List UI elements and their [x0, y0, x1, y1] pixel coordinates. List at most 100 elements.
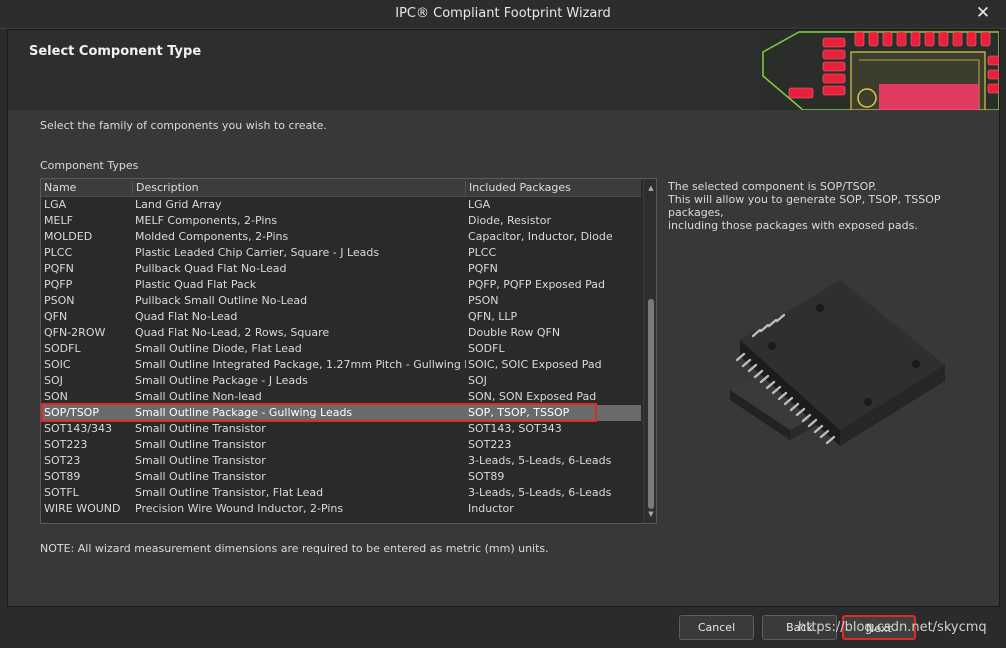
metric-units-note: NOTE: All wizard measurement dimensions … [40, 542, 549, 555]
cell-name: SOP/TSOP [44, 406, 99, 419]
cell-name: WIRE WOUND [44, 502, 121, 515]
cell-name: LGA [44, 198, 67, 211]
table-row[interactable]: QFN-2ROW Quad Flat No-Lead, 2 Rows, Squar… [41, 325, 641, 341]
cell-packages: QFN, LLP [468, 310, 518, 323]
cell-description: Small Outline Package - J Leads [135, 374, 308, 387]
table-row[interactable]: MOLDED Molded Components, 2-Pins Capacitor… [41, 229, 641, 245]
table-row[interactable]: PQFN Pullback Quad Flat No-Lead PQFN [41, 261, 641, 277]
table-row[interactable]: WIRE WOUND Precision Wire Wound Inductor,… [41, 501, 641, 517]
cell-description: Quad Flat No-Lead, 2 Rows, Square [135, 326, 330, 339]
table-row[interactable]: LGA Land Grid Array LGA [41, 197, 641, 213]
table-row[interactable]: PQFP Plastic Quad Flat Pack PQFP, PQFP Exp… [41, 277, 641, 293]
cell-description: Small Outline Package - Gullwing Leads [135, 406, 353, 419]
table-row[interactable]: SOJ Small Outline Package - J Leads SOJ [41, 373, 641, 389]
cell-packages: LGA [468, 198, 491, 211]
cell-description: Small Outline Transistor [135, 470, 266, 483]
cell-packages: SOJ [468, 374, 487, 387]
table-row[interactable]: SOTFL Small Outline Transistor, Flat Lead… [41, 485, 641, 501]
table-body: LGA Land Grid Array LGA MELF MELF Component… [41, 197, 641, 517]
cell-packages: SOT89 [468, 470, 505, 483]
cell-description: Pullback Small Outline No-Lead [135, 294, 308, 307]
cell-description: Small Outline Transistor [135, 438, 266, 451]
cell-packages: PQFP, PQFP Exposed Pad [468, 278, 606, 291]
cell-packages: 3-Leads, 5-Leads, 6-Leads [468, 486, 612, 499]
cell-packages: Diode, Resistor [468, 214, 551, 227]
cell-description: Plastic Leaded Chip Carrier, Square - J … [135, 246, 380, 259]
cell-name: PSON [44, 294, 75, 307]
table-row[interactable]: SOT89 Small Outline Transistor SOT89 [41, 469, 641, 485]
cell-packages: 3-Leads, 5-Leads, 6-Leads [468, 454, 612, 467]
cell-description: Small Outline Diode, Flat Lead [135, 342, 302, 355]
column-header-name[interactable]: Name [41, 181, 132, 195]
cell-packages: SOT143, SOT343 [468, 422, 562, 435]
cancel-button[interactable]: Cancel [679, 615, 754, 640]
cell-description: MELF Components, 2-Pins [135, 214, 278, 227]
table-header: Name Description Included Packages [41, 179, 641, 197]
table-row[interactable]: SOIC Small Outline Integrated Package, 1.… [41, 357, 641, 373]
cell-packages: PLCC [468, 246, 497, 259]
cell-name: QFN-2ROW [44, 326, 106, 339]
cell-packages: PSON [468, 294, 499, 307]
cell-name: SOTFL [44, 486, 79, 499]
cell-name: SON [44, 390, 68, 403]
table-row[interactable]: SON Small Outline Non-lead SON, SON Expose… [41, 389, 641, 405]
pcb-footprint-banner-image [759, 30, 999, 110]
scroll-up-icon[interactable]: ▲ [644, 181, 656, 195]
table-row[interactable]: MELF MELF Components, 2-Pins Diode, Resist… [41, 213, 641, 229]
watermark-text: https://blog.csdn.net/skycmq [798, 620, 987, 635]
wizard-frame: Select Component Type Select the family … [7, 29, 1000, 607]
cell-description: Small Outline Non-lead [135, 390, 262, 403]
description-line: The selected component is SOP/TSOP. [668, 180, 877, 193]
cell-description: Small Outline Integrated Package, 1.27mm… [135, 358, 466, 371]
component-types-label: Component Types [40, 159, 139, 172]
table-row[interactable]: SODFL Small Outline Diode, Flat Lead SODFL [41, 341, 641, 357]
cell-name: SOT223 [44, 438, 88, 451]
cell-description: Small Outline Transistor [135, 454, 266, 467]
column-header-description[interactable]: Description [132, 181, 465, 195]
table-row[interactable]: SOT143/343 Small Outline Transistor SOT143… [41, 421, 641, 437]
instruction-text: Select the family of components you wish… [40, 119, 327, 132]
cell-name: MELF [44, 214, 73, 227]
cell-name: PQFN [44, 262, 74, 275]
cell-description: Plastic Quad Flat Pack [135, 278, 257, 291]
cell-packages: SON, SON Exposed Pad [468, 390, 597, 403]
scrollbar-thumb[interactable] [648, 299, 654, 509]
cell-description: Land Grid Array [135, 198, 222, 211]
cell-name: PLCC [44, 246, 73, 259]
cell-name: SOT143/343 [44, 422, 113, 435]
cell-description: Small Outline Transistor, Flat Lead [135, 486, 324, 499]
table-row-selected[interactable]: SOP/TSOP Small Outline Package - Gullwing… [41, 403, 641, 422]
table-row[interactable]: SOT23 Small Outline Transistor 3-Leads, 5-… [41, 453, 641, 469]
cell-packages: SOT223 [468, 438, 512, 451]
table-scrollbar[interactable]: ▲ ▼ [643, 179, 656, 523]
cell-name: SOIC [44, 358, 71, 371]
cell-description: Small Outline Transistor [135, 422, 266, 435]
cell-packages: SOP, TSOP, TSSOP [468, 406, 570, 419]
table-row[interactable]: PLCC Plastic Leaded Chip Carrier, Square … [41, 245, 641, 261]
wizard-header: Select Component Type [8, 30, 999, 110]
cell-name: SODFL [44, 342, 81, 355]
cell-description: Precision Wire Wound Inductor, 2-Pins [135, 502, 344, 515]
page-title: Select Component Type [29, 44, 202, 59]
description-line: This will allow you to generate SOP, TSO… [668, 193, 941, 219]
cell-packages: SODFL [468, 342, 505, 355]
cell-description: Quad Flat No-Lead [135, 310, 238, 323]
cell-name: MOLDED [44, 230, 93, 243]
cell-name: QFN [44, 310, 68, 323]
cell-packages: Capacitor, Inductor, Diode [468, 230, 613, 243]
cell-packages: SOIC, SOIC Exposed Pad [468, 358, 602, 371]
table-row[interactable]: PSON Pullback Small Outline No-Lead PSON [41, 293, 641, 309]
table-row[interactable]: QFN Quad Flat No-Lead QFN, LLP [41, 309, 641, 325]
cell-name: PQFP [44, 278, 73, 291]
description-line: including those packages with exposed pa… [668, 219, 918, 232]
component-types-table[interactable]: Name Description Included Packages LGA La… [40, 178, 657, 524]
cell-packages: Double Row QFN [468, 326, 561, 339]
selection-description: The selected component is SOP/TSOP. This… [668, 180, 988, 232]
close-icon[interactable]: ✕ [972, 2, 994, 24]
cell-description: Molded Components, 2-Pins [135, 230, 289, 243]
cell-name: SOT23 [44, 454, 81, 467]
scroll-down-icon[interactable]: ▼ [644, 507, 656, 521]
table-row[interactable]: SOT223 Small Outline Transistor SOT223 [41, 437, 641, 453]
cell-name: SOJ [44, 374, 63, 387]
column-header-included-packages[interactable]: Included Packages [465, 181, 641, 195]
